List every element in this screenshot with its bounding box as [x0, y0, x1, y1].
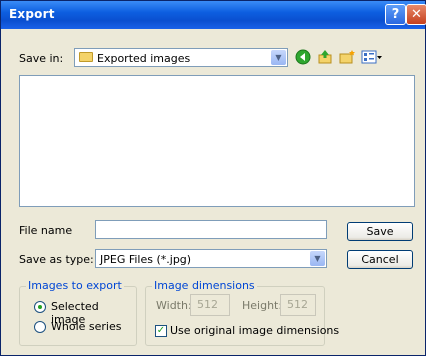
chevron-down-icon[interactable]: ▼	[271, 50, 286, 65]
save-in-value: Exported images	[97, 52, 191, 65]
chevron-down-icon[interactable]: ▼	[310, 251, 325, 266]
width-input[interactable]: 512	[190, 294, 230, 316]
whole-series-radio[interactable]	[34, 321, 46, 333]
whole-series-label[interactable]: Whole series	[51, 320, 121, 333]
image-dimensions-legend: Image dimensions	[152, 279, 257, 292]
height-label: Height:	[242, 299, 283, 312]
file-name-input[interactable]	[95, 220, 327, 239]
save-button[interactable]: Save	[347, 222, 413, 241]
title-bar[interactable]: Export ? ✕	[1, 1, 426, 29]
use-original-checkbox[interactable]: ✓	[155, 325, 167, 337]
save-as-type-combo[interactable]: JPEG Files (*.jpg) ▼	[95, 249, 327, 268]
selected-image-radio[interactable]	[34, 301, 46, 313]
new-folder-icon[interactable]	[339, 49, 355, 65]
file-list[interactable]	[19, 75, 415, 207]
save-in-combo[interactable]: Exported images ▼	[74, 48, 288, 67]
folder-icon	[79, 52, 93, 62]
back-icon[interactable]	[295, 49, 311, 65]
export-dialog: Export ? ✕ Save in: Exported images ▼ Fi…	[0, 0, 426, 356]
height-input[interactable]: 512	[280, 294, 316, 316]
save-as-type-value: JPEG Files (*.jpg)	[100, 253, 192, 266]
save-in-label: Save in:	[19, 52, 64, 65]
help-button[interactable]: ?	[385, 4, 406, 25]
cancel-button[interactable]: Cancel	[347, 250, 413, 269]
close-button[interactable]: ✕	[406, 4, 426, 25]
views-menu-icon[interactable]	[361, 49, 383, 65]
radio-selected-dot	[38, 305, 42, 309]
images-to-export-legend: Images to export	[26, 279, 124, 292]
image-dimensions-group: Image dimensions Width: 512 Height: 512 …	[145, 279, 339, 346]
width-label: Width:	[156, 299, 192, 312]
up-folder-icon[interactable]	[317, 49, 333, 65]
file-name-label: File name	[19, 224, 73, 237]
window-title: Export	[9, 7, 55, 21]
images-to-export-group: Images to export Selected image Whole se…	[19, 279, 137, 346]
use-original-label[interactable]: Use original image dimensions	[170, 324, 339, 337]
save-as-type-label: Save as type:	[19, 253, 94, 266]
